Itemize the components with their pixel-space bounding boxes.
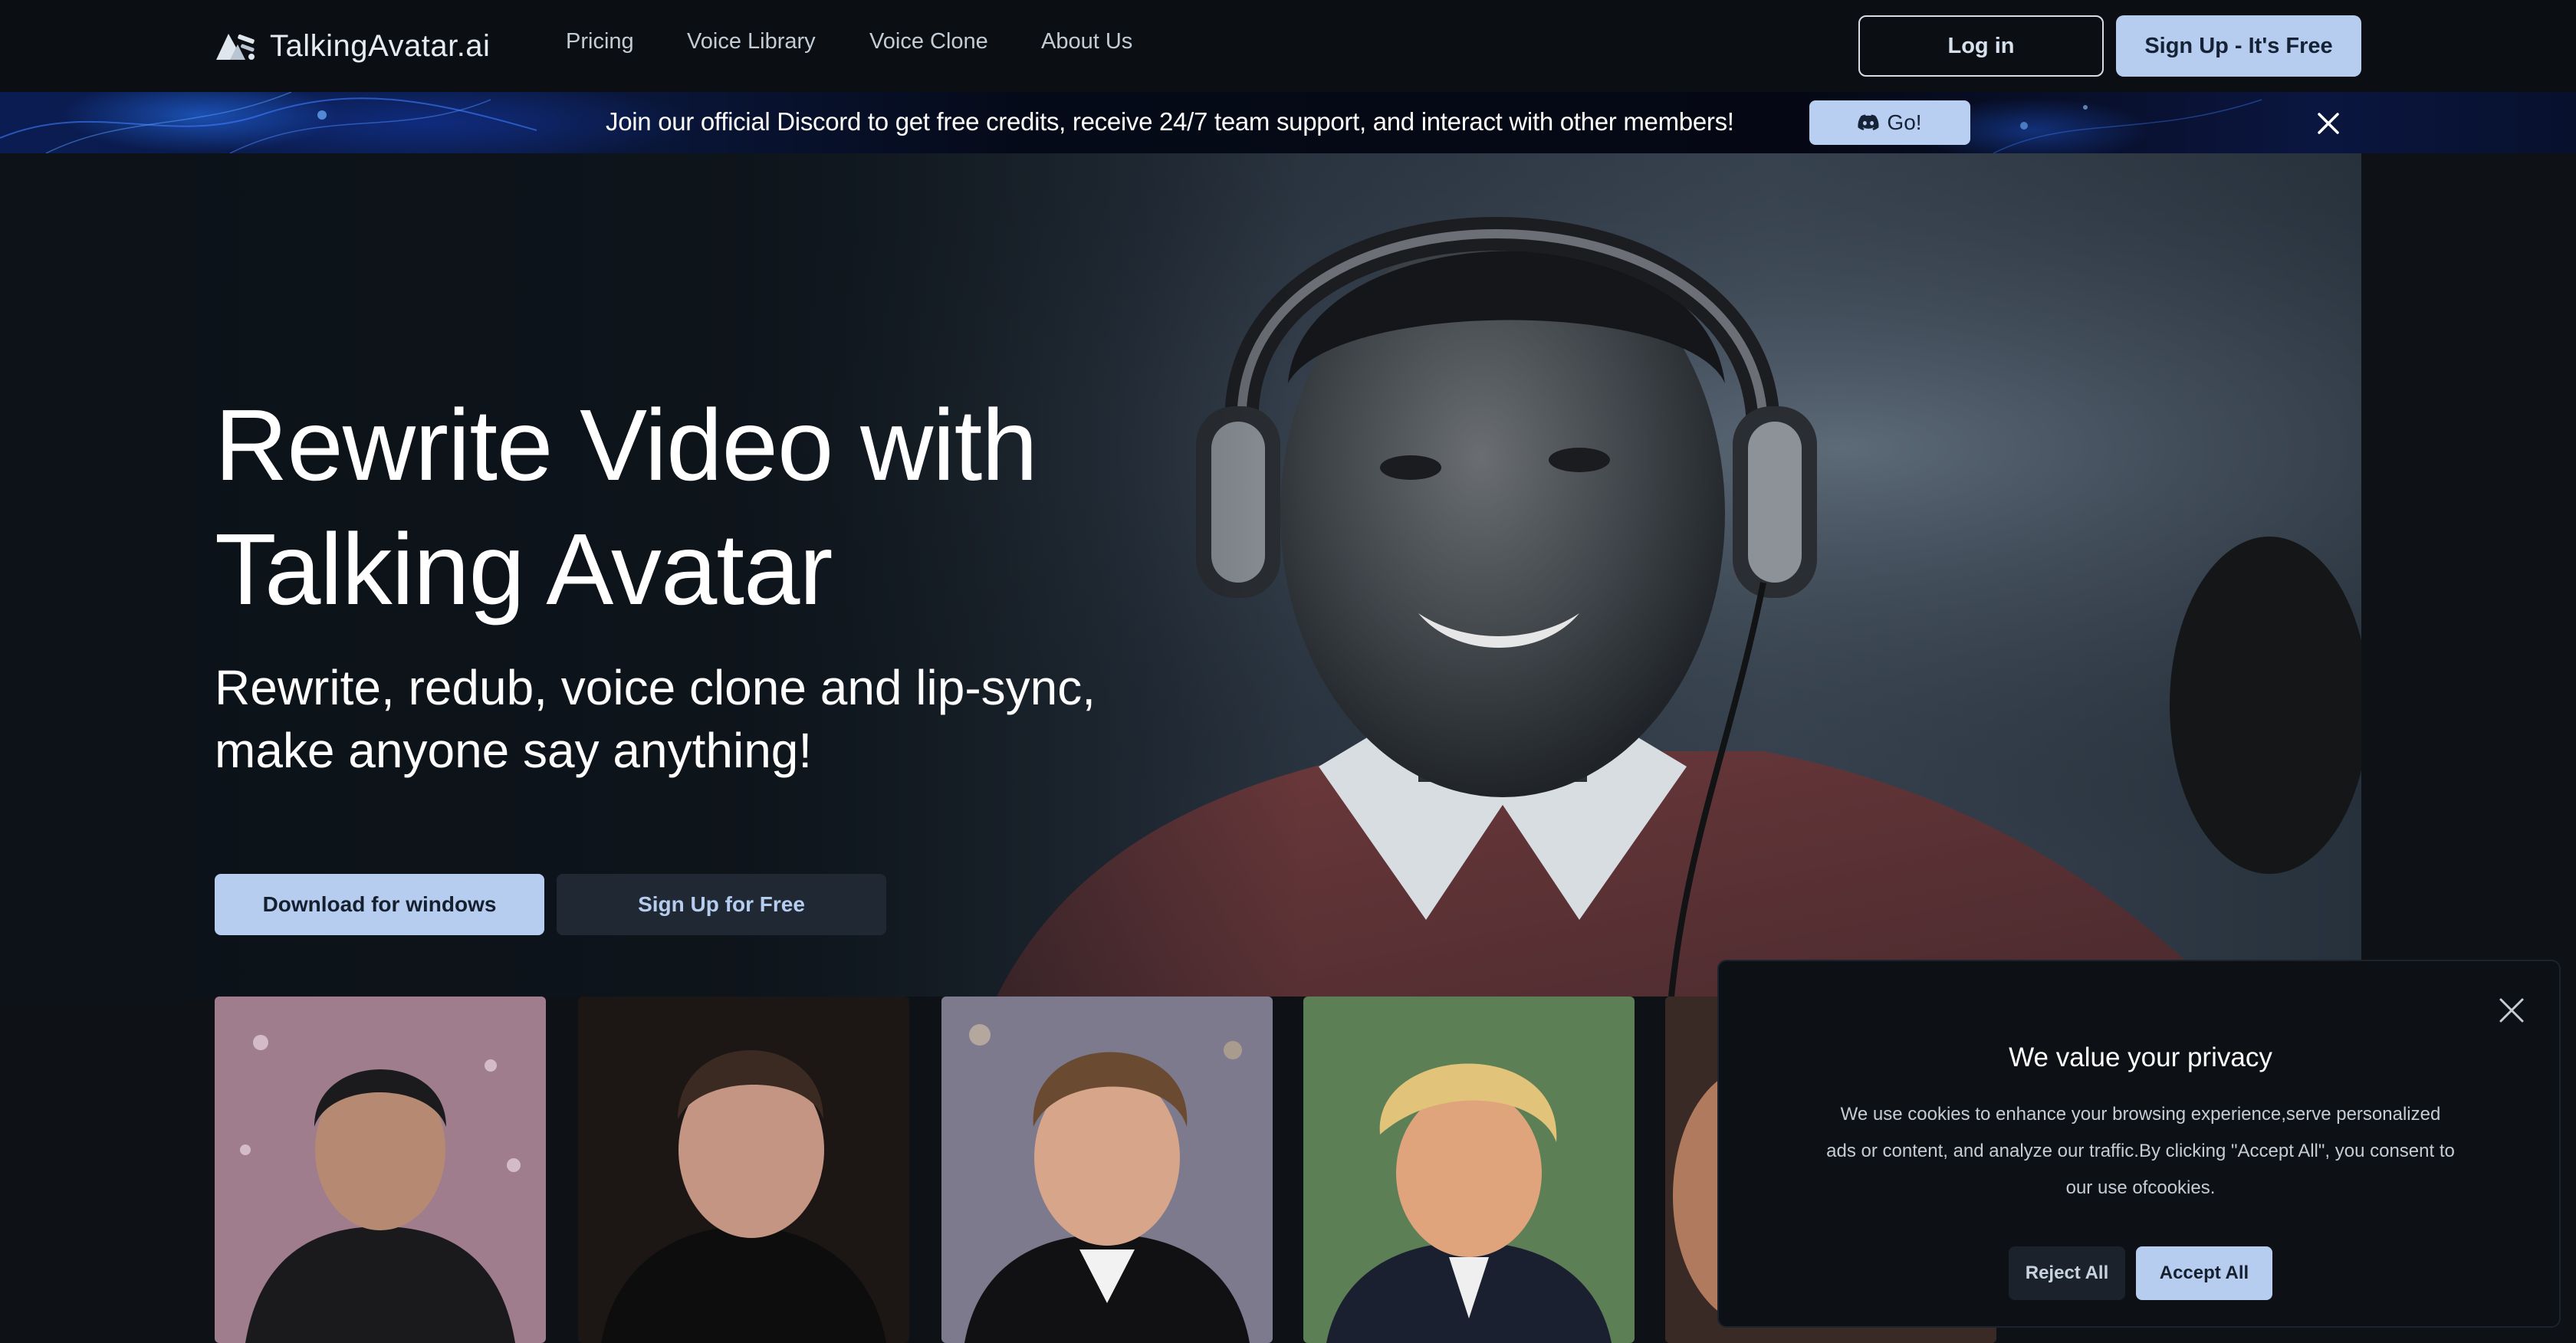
hero-subtitle: Rewrite, redub, voice clone and lip-sync… xyxy=(215,656,1365,782)
cookie-consent-dialog: We value your privacy We use cookies to … xyxy=(1717,960,2561,1328)
banner-text: Join our official Discord to get free cr… xyxy=(606,107,1734,136)
reject-all-button[interactable]: Reject All xyxy=(2009,1246,2125,1300)
accept-all-button[interactable]: Accept All xyxy=(2136,1246,2272,1300)
avatar-thumb-image xyxy=(941,997,1273,1343)
close-icon[interactable] xyxy=(2315,110,2341,136)
avatar-thumb-3[interactable] xyxy=(941,997,1273,1343)
cookie-text: We use cookies to enhance your browsing … xyxy=(1826,1104,2455,1198)
close-icon[interactable] xyxy=(2496,995,2527,1026)
discord-go-button[interactable]: Go! xyxy=(1809,100,1970,145)
signup-button[interactable]: Sign Up - It's Free xyxy=(2116,15,2361,77)
hero-subtitle-line-1: Rewrite, redub, voice clone and lip-sync… xyxy=(215,660,1096,715)
login-button[interactable]: Log in xyxy=(1858,15,2104,77)
page: TalkingAvatar.ai Pricing Voice Library V… xyxy=(0,0,2576,1343)
nav-link-voice-clone[interactable]: Voice Clone xyxy=(869,29,988,54)
cookie-title: We value your privacy xyxy=(2009,1043,2272,1072)
hero-subtitle-line-2: make anyone say anything! xyxy=(215,723,813,778)
discord-icon xyxy=(1858,114,1879,130)
avatar-thumb-1[interactable] xyxy=(215,997,546,1343)
avatar-thumb-image xyxy=(215,997,546,1343)
logo-text: TalkingAvatar.ai xyxy=(270,28,491,63)
nav-link-voice-library[interactable]: Voice Library xyxy=(687,29,816,54)
navbar: TalkingAvatar.ai Pricing Voice Library V… xyxy=(0,0,2576,92)
avatar-thumb-image xyxy=(578,997,909,1343)
avatar-thumb-2[interactable] xyxy=(578,997,909,1343)
download-windows-button[interactable]: Download for windows xyxy=(215,874,544,935)
hero-title-line-2: Talking Avatar xyxy=(215,513,833,626)
discord-banner: Join our official Discord to get free cr… xyxy=(0,92,2576,153)
nav-link-pricing[interactable]: Pricing xyxy=(566,29,634,54)
avatar-thumb-image xyxy=(1303,997,1635,1343)
signup-free-button[interactable]: Sign Up for Free xyxy=(557,874,886,935)
avatar-thumb-4[interactable] xyxy=(1303,997,1635,1343)
discord-go-label: Go! xyxy=(1887,110,1922,134)
hero-title-line-1: Rewrite Video with xyxy=(215,389,1038,501)
hero-title: Rewrite Video with Talking Avatar xyxy=(215,383,1365,632)
logo[interactable]: TalkingAvatar.ai xyxy=(215,23,490,69)
logo-icon xyxy=(216,34,255,60)
nav-link-about-us[interactable]: About Us xyxy=(1041,29,1132,54)
